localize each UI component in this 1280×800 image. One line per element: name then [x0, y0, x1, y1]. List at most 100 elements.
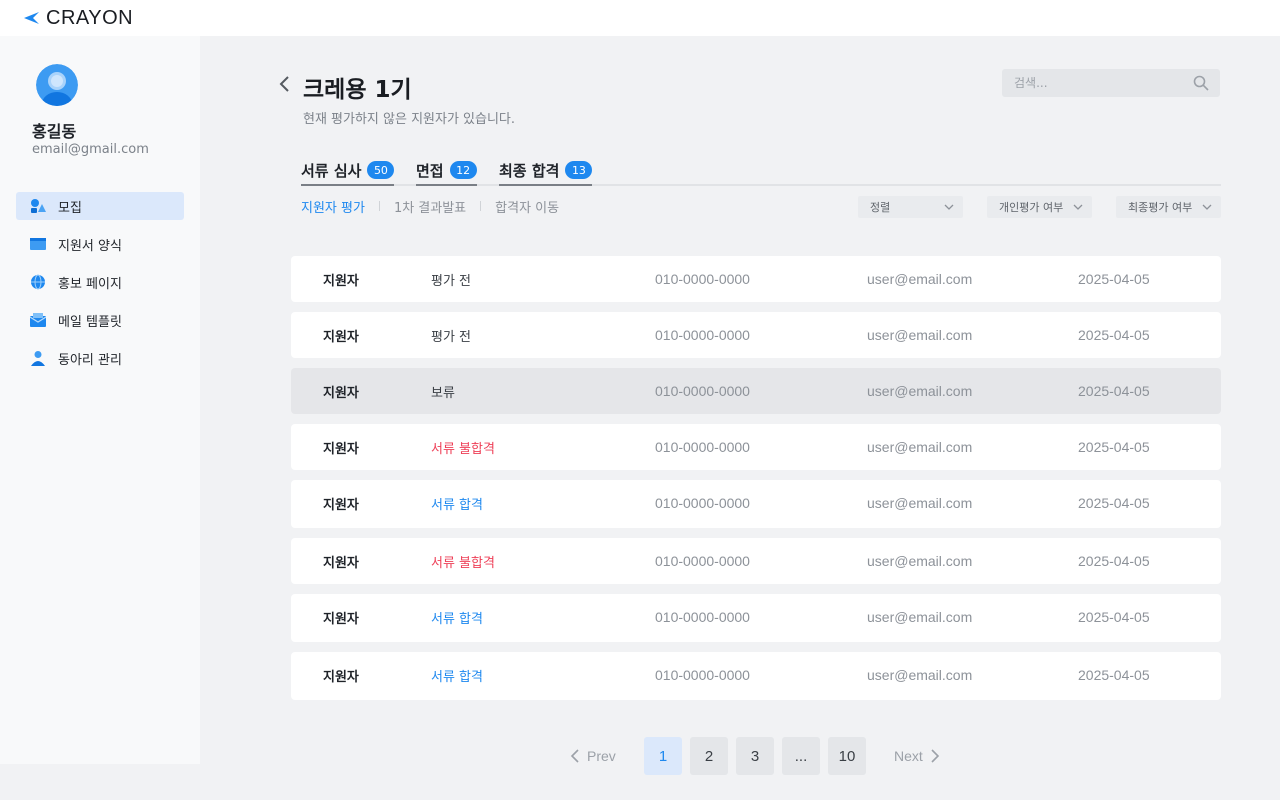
sidebar-item-label: 메일 템플릿: [58, 314, 122, 330]
dropdown-label: 최종평가 여부: [1128, 201, 1193, 214]
status-label: 서류 합격: [431, 497, 483, 513]
sidebar-item-mail-template[interactable]: 메일 템플릿: [16, 306, 184, 334]
email-address: user@email.com: [867, 553, 973, 569]
logo-text: CRAYON: [46, 6, 134, 29]
status-label: 서류 불합격: [431, 441, 495, 457]
status-label: 보류: [431, 385, 455, 401]
table-row[interactable]: 지원자 서류 불합격 010-0000-0000 user@email.com …: [291, 538, 1221, 584]
tab-label: 면접: [416, 161, 444, 180]
email-address: user@email.com: [867, 495, 973, 511]
divider: [480, 201, 482, 211]
globe-icon: [31, 274, 45, 290]
count-badge: 12: [449, 161, 477, 179]
user-avatar-icon: [36, 64, 78, 106]
sidebar-item-club-manage[interactable]: 동아리 관리: [16, 344, 184, 372]
back-button[interactable]: [276, 74, 294, 94]
search-box[interactable]: [1002, 69, 1220, 97]
applied-date: 2025-04-05: [1078, 383, 1150, 399]
applicant-name: 지원자: [323, 273, 359, 289]
page-button-2[interactable]: 2: [690, 737, 728, 775]
sidebar-item-application-form[interactable]: 지원서 양식: [16, 230, 184, 258]
email-address: user@email.com: [867, 439, 973, 455]
status-label: 서류 불합격: [431, 555, 495, 571]
top-bar: CRAYON: [0, 0, 1280, 36]
form-icon: [30, 238, 46, 250]
next-page-button[interactable]: Next: [894, 737, 941, 775]
applied-date: 2025-04-05: [1078, 271, 1150, 287]
email-address: user@email.com: [867, 327, 973, 343]
email-address: user@email.com: [867, 271, 973, 287]
tab-interview[interactable]: 면접 12: [416, 156, 477, 186]
phone-number: 010-0000-0000: [655, 383, 750, 399]
subtab-first-result[interactable]: 1차 결과발표: [394, 197, 466, 216]
phone-number: 010-0000-0000: [655, 495, 750, 511]
table-row[interactable]: 지원자 서류 합격 010-0000-0000 user@email.com 2…: [291, 594, 1221, 642]
divider: [378, 201, 380, 211]
tab-label: 서류 심사: [301, 161, 362, 180]
avatar[interactable]: [36, 64, 78, 106]
subtab-move-accepted[interactable]: 합격자 이동: [495, 197, 559, 216]
applicant-name: 지원자: [323, 611, 359, 627]
search-input[interactable]: [1002, 69, 1182, 97]
page-button-1[interactable]: 1: [644, 737, 682, 775]
table-row[interactable]: 지원자 평가 전 010-0000-0000 user@email.com 20…: [291, 312, 1221, 358]
sidebar-item-label: 동아리 관리: [58, 352, 122, 368]
applicant-name: 지원자: [323, 441, 359, 457]
applied-date: 2025-04-05: [1078, 439, 1150, 455]
chevron-down-icon: [944, 204, 954, 210]
prev-page-button[interactable]: Prev: [569, 737, 616, 775]
status-label: 서류 합격: [431, 669, 483, 685]
sidebar-item-recruit[interactable]: 모집: [16, 192, 184, 220]
prev-label: Prev: [587, 748, 616, 764]
sidebar-item-promo-page[interactable]: 홍보 페이지: [16, 268, 184, 296]
search-icon[interactable]: [1193, 75, 1209, 91]
table-row[interactable]: 지원자 보류 010-0000-0000 user@email.com 2025…: [291, 368, 1221, 414]
applied-date: 2025-04-05: [1078, 327, 1150, 343]
next-label: Next: [894, 748, 923, 764]
email-address: user@email.com: [867, 667, 973, 683]
table-row[interactable]: 지원자 서류 합격 010-0000-0000 user@email.com 2…: [291, 652, 1221, 700]
applicant-name: 지원자: [323, 555, 359, 571]
page-ellipsis[interactable]: ...: [782, 737, 820, 775]
sidebar-nav: 모집 지원서 양식 홍보 페이지 메일 템플릿 동아리 관리: [16, 192, 184, 382]
recruit-icon: [31, 199, 46, 213]
email-address: user@email.com: [867, 609, 973, 625]
final-eval-dropdown[interactable]: 최종평가 여부: [1116, 196, 1221, 218]
page-button-3[interactable]: 3: [736, 737, 774, 775]
applicant-name: 지원자: [323, 497, 359, 513]
applied-date: 2025-04-05: [1078, 495, 1150, 511]
crayon-logo-icon: [24, 12, 39, 24]
status-label: 서류 합격: [431, 611, 483, 627]
sidebar-item-label: 지원서 양식: [58, 238, 122, 254]
sidebar-item-label: 모집: [58, 200, 82, 216]
sub-tabs: 지원자 평가 1차 결과발표 합격자 이동: [301, 197, 559, 216]
phone-number: 010-0000-0000: [655, 609, 750, 625]
table-row[interactable]: 지원자 서류 불합격 010-0000-0000 user@email.com …: [291, 424, 1221, 470]
applicant-name: 지원자: [323, 329, 359, 345]
sort-dropdown[interactable]: 정렬: [858, 196, 963, 218]
user-name: 홍길동: [32, 122, 77, 141]
applied-date: 2025-04-05: [1078, 609, 1150, 625]
phone-number: 010-0000-0000: [655, 271, 750, 287]
tab-final-pass[interactable]: 최종 합격 13: [499, 156, 593, 186]
applicant-name: 지원자: [323, 669, 359, 685]
tab-label: 최종 합격: [499, 161, 560, 180]
tab-document-review[interactable]: 서류 심사 50: [301, 156, 395, 186]
phone-number: 010-0000-0000: [655, 553, 750, 569]
subtab-applicant-evaluation[interactable]: 지원자 평가: [301, 197, 365, 216]
table-row[interactable]: 지원자 서류 합격 010-0000-0000 user@email.com 2…: [291, 480, 1221, 528]
people-icon: [31, 351, 45, 366]
chevron-right-icon: [931, 749, 939, 763]
page-title: 크레용 1기: [303, 77, 412, 103]
page-button-10[interactable]: 10: [828, 737, 866, 775]
sidebar-item-label: 홍보 페이지: [58, 276, 122, 292]
logo[interactable]: CRAYON: [22, 6, 134, 29]
applied-date: 2025-04-05: [1078, 667, 1150, 683]
personal-eval-dropdown[interactable]: 개인평가 여부: [987, 196, 1092, 218]
stage-tabs: 서류 심사 50 면접 12 최종 합격 13: [301, 156, 1221, 186]
status-label: 평가 전: [431, 273, 472, 289]
table-row[interactable]: 지원자 평가 전 010-0000-0000 user@email.com 20…: [291, 256, 1221, 302]
pagination: Prev 1 2 3 ... 10 Next: [0, 737, 1280, 775]
user-email: email@gmail.com: [32, 142, 149, 157]
chevron-down-icon: [1073, 204, 1083, 210]
